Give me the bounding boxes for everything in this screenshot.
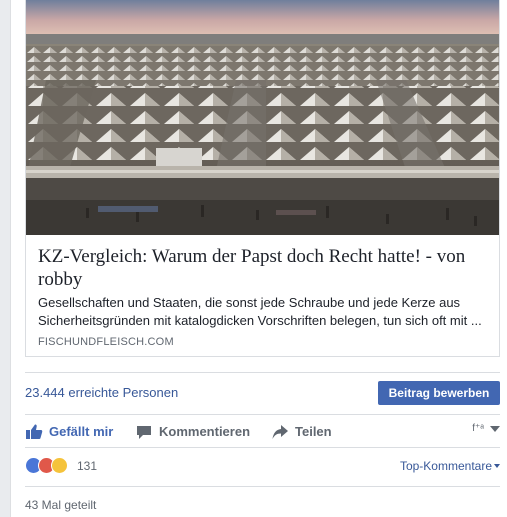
sad-icon (51, 457, 68, 474)
page-avatar-icon: f⁺ᵃ (472, 423, 484, 434)
link-preview-card[interactable]: KZ-Vergleich: Warum der Papst doch Recht… (25, 0, 500, 357)
share-count-link[interactable]: 43 Mal geteilt (25, 498, 96, 512)
page-voice-selector[interactable]: f⁺ᵃ (472, 423, 500, 434)
refugee-camp-photo (26, 0, 499, 235)
comment-sort-dropdown[interactable]: Top-Kommentare (400, 459, 500, 473)
reaction-count[interactable]: 131 (77, 459, 97, 473)
post-card: KZ-Vergleich: Warum der Papst doch Recht… (10, 0, 507, 517)
link-domain: FISCHUNDFLEISCH.COM (38, 336, 174, 348)
link-description: Gesellschaften und Staaten, die sonst je… (38, 295, 482, 328)
like-label: Gefällt mir (49, 424, 114, 439)
comment-button[interactable]: Kommentieren (135, 415, 250, 448)
reach-count-link[interactable]: 23.444 erreichte Personen (25, 385, 178, 400)
share-arrow-icon (272, 424, 288, 439)
chevron-down-icon (494, 464, 500, 468)
shares-row: 43 Mal geteilt (25, 486, 500, 517)
comment-bubble-icon (137, 425, 151, 439)
like-button[interactable]: Gefällt mir (25, 415, 113, 448)
thumbs-up-icon (26, 424, 43, 439)
share-button[interactable]: Teilen (271, 415, 332, 448)
chevron-down-icon (490, 425, 500, 432)
comment-label: Kommentieren (159, 424, 251, 439)
post-actions-bar: Gefällt mir Kommentieren Teilen f⁺ᵃ (25, 414, 500, 448)
reach-row: 23.444 erreichte Personen Beitrag bewerb… (25, 372, 500, 412)
comment-sort-label: Top-Kommentare (399, 459, 492, 473)
boost-post-button[interactable]: Beitrag bewerben (378, 381, 500, 405)
reactions-summary: 131 Top-Kommentare (25, 452, 500, 482)
reaction-icons[interactable] (25, 457, 68, 474)
link-preview-image[interactable] (26, 0, 499, 235)
link-title[interactable]: KZ-Vergleich: Warum der Papst doch Recht… (38, 245, 493, 291)
share-label: Teilen (295, 424, 332, 439)
